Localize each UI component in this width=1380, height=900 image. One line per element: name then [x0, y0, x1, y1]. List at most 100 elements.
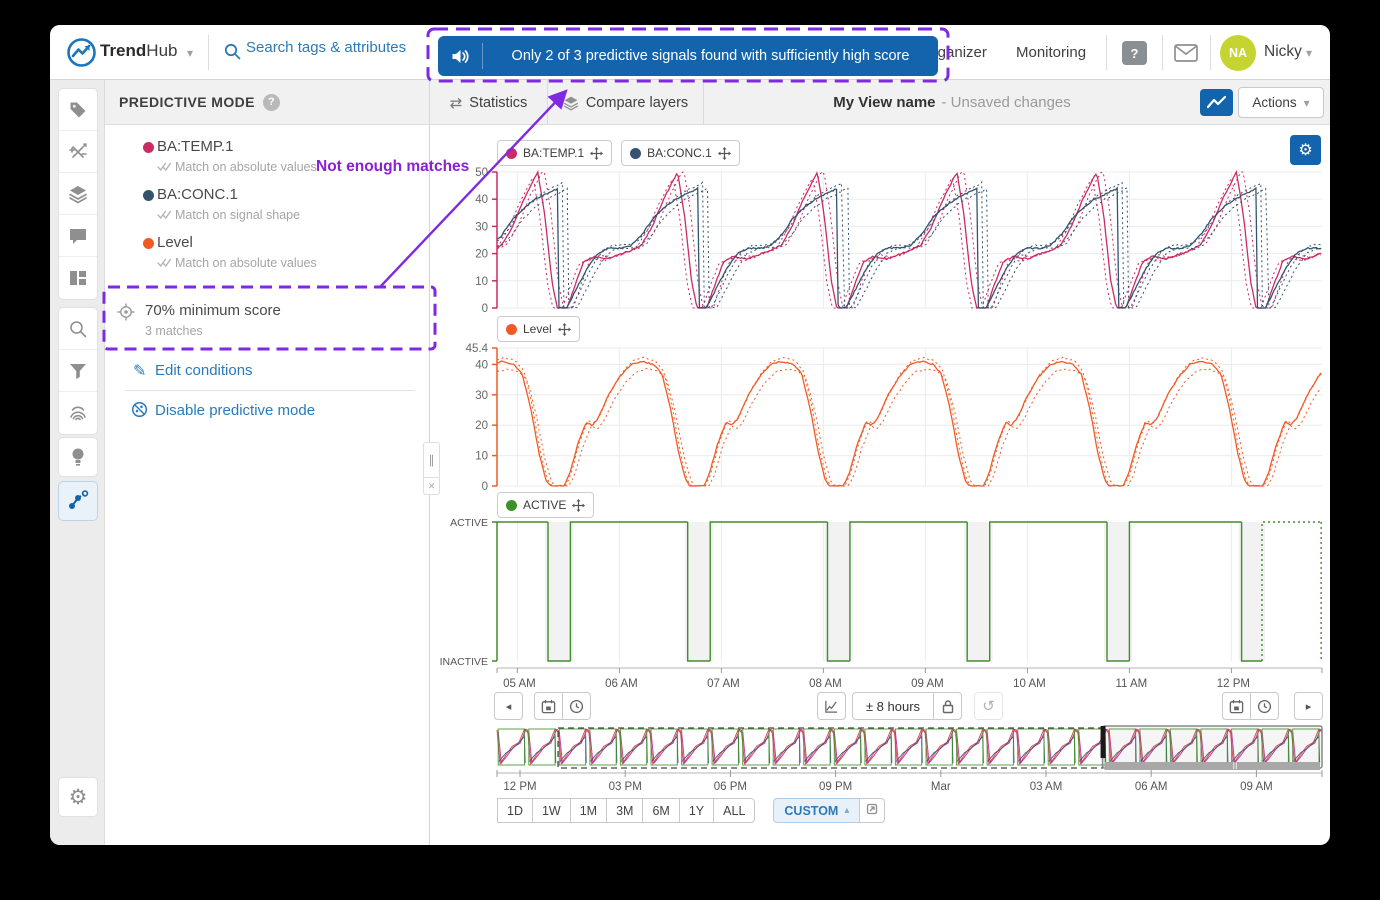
step-back-button[interactable]: ◂ — [494, 692, 523, 720]
svg-text:40: 40 — [475, 194, 488, 206]
search-input[interactable] — [246, 39, 446, 56]
actions-button[interactable]: Actions ▾ — [1238, 87, 1324, 118]
rail-item-layers[interactable] — [59, 173, 97, 215]
move-icon[interactable] — [572, 499, 585, 512]
panel-close-button[interactable]: ✕ — [423, 478, 440, 495]
rail-item-fingerprint[interactable] — [59, 392, 97, 434]
start-datetime-group — [534, 692, 591, 720]
topbar: TrendHub ▾ Only 2 of 3 predictive signal… — [50, 25, 1330, 80]
range-buttons-row: 1D 1W 1M 3M 6M 1Y ALL CUSTOM ▴ — [497, 798, 885, 823]
history-button[interactable]: ↺ — [974, 692, 1003, 720]
start-date-button[interactable] — [534, 692, 563, 720]
range-1y[interactable]: 1Y — [679, 798, 714, 823]
notification-banner[interactable]: Only 2 of 3 predictive signals found wit… — [438, 36, 938, 76]
legend-chip-active[interactable]: ACTIVE — [497, 492, 594, 518]
topbar-divider — [1162, 35, 1163, 70]
rail-item-tags[interactable] — [59, 89, 97, 131]
move-icon[interactable] — [590, 147, 603, 160]
avatar-initials: NA — [1229, 46, 1247, 60]
nav-monitoring[interactable]: Monitoring — [1016, 44, 1086, 61]
history-icon: ↺ — [982, 697, 995, 715]
series-color-dot — [506, 500, 517, 511]
mail-icon[interactable] — [1174, 44, 1198, 62]
edit-conditions-link[interactable]: Edit conditions — [155, 362, 253, 379]
svg-text:50: 50 — [475, 167, 488, 179]
svg-text:45.4: 45.4 — [466, 343, 489, 355]
range-all[interactable]: ALL — [713, 798, 755, 823]
end-date-button[interactable] — [1222, 692, 1251, 720]
svg-text:ACTIVE: ACTIVE — [450, 517, 488, 529]
end-time-button[interactable] — [1250, 692, 1279, 720]
signal-color-dot — [143, 142, 154, 153]
user-name[interactable]: Nicky — [1264, 43, 1302, 61]
score-title[interactable]: 70% minimum score — [145, 302, 281, 319]
trend-view-button[interactable] — [1200, 89, 1233, 116]
disable-predictive-link[interactable]: Disable predictive mode — [155, 402, 315, 419]
svg-text:03 AM: 03 AM — [1030, 781, 1063, 793]
settings-gear-icon: ⚙ — [69, 785, 88, 810]
move-icon[interactable] — [558, 323, 571, 336]
svg-text:09 PM: 09 PM — [819, 781, 852, 793]
legend-label: ACTIVE — [523, 498, 566, 512]
legend-chip-ba-conc1[interactable]: BA:CONC.1 — [621, 140, 740, 166]
svg-text:10 AM: 10 AM — [1013, 678, 1046, 690]
series-color-dot — [506, 148, 517, 159]
legend-chip-level[interactable]: Level — [497, 316, 580, 342]
rail-item-settings[interactable]: ⚙ — [58, 777, 98, 817]
rail-item-dashboard[interactable] — [59, 257, 97, 299]
series-color-dot — [506, 324, 517, 335]
rail-item-calculations[interactable] — [59, 131, 97, 173]
signal-name[interactable]: BA:CONC.1 — [157, 186, 238, 203]
svg-text:30: 30 — [475, 221, 488, 233]
view-status: - Unsaved changes — [942, 94, 1071, 111]
legend-row-3: ACTIVE — [497, 492, 594, 518]
rail-item-filter[interactable] — [59, 350, 97, 392]
signal-name[interactable]: BA:TEMP.1 — [157, 138, 233, 155]
duration-button[interactable]: ± 8 hours — [852, 692, 934, 720]
help-button[interactable]: ? — [1122, 41, 1147, 65]
signal-name[interactable]: Level — [157, 234, 193, 251]
rail-group-display — [58, 88, 98, 300]
range-1d[interactable]: 1D — [497, 798, 533, 823]
svg-text:30: 30 — [475, 390, 488, 402]
rail-item-predictive-mode[interactable] — [58, 481, 98, 521]
rail-group-search — [58, 307, 98, 435]
range-custom[interactable]: CUSTOM ▴ — [773, 798, 860, 823]
range-3m[interactable]: 3M — [606, 798, 643, 823]
tab-compare-layers[interactable]: Compare layers — [548, 80, 704, 125]
duration-group: ± 8 hours — [852, 692, 962, 720]
lock-icon — [941, 699, 955, 714]
brand: TrendHub — [100, 41, 177, 61]
panel-help-icon[interactable]: ? — [263, 94, 280, 111]
autoscale-button[interactable] — [817, 692, 846, 720]
brand-caret-icon[interactable]: ▾ — [187, 46, 193, 60]
range-6m[interactable]: 6M — [642, 798, 679, 823]
chart-settings-button[interactable]: ⚙ — [1290, 135, 1321, 165]
avatar[interactable]: NA — [1220, 35, 1256, 71]
panel-drag-grip[interactable]: ∥ — [423, 442, 440, 478]
svg-text:Mar: Mar — [931, 781, 951, 793]
legend-label: BA:CONC.1 — [647, 146, 712, 160]
notification-text: Only 2 of 3 predictive signals found wit… — [483, 48, 938, 64]
topbar-divider — [208, 35, 209, 70]
lock-duration-button[interactable] — [933, 692, 962, 720]
legend-chip-ba-temp1[interactable]: BA:TEMP.1 — [497, 140, 612, 166]
help-glyph: ? — [268, 96, 275, 108]
tab-statistics[interactable]: ⇄ Statistics — [430, 80, 548, 125]
rail-item-search[interactable] — [59, 308, 97, 350]
rail-item-comments[interactable] — [59, 215, 97, 257]
match-check-icon — [157, 258, 171, 268]
start-time-button[interactable] — [562, 692, 591, 720]
svg-text:06 PM: 06 PM — [714, 781, 747, 793]
preset-range-group: 1D 1W 1M 3M 6M 1Y ALL — [497, 798, 755, 823]
range-1w[interactable]: 1W — [532, 798, 571, 823]
end-datetime-group — [1222, 692, 1279, 720]
expand-range-button[interactable] — [859, 798, 885, 823]
rail-item-ideas[interactable] — [58, 437, 98, 477]
range-1m[interactable]: 1M — [570, 798, 607, 823]
gear-icon: ⚙ — [1298, 140, 1312, 160]
panel-divider — [125, 390, 415, 391]
move-icon[interactable] — [718, 147, 731, 160]
svg-text:0: 0 — [482, 303, 488, 315]
step-forward-button[interactable]: ▸ — [1294, 692, 1323, 720]
